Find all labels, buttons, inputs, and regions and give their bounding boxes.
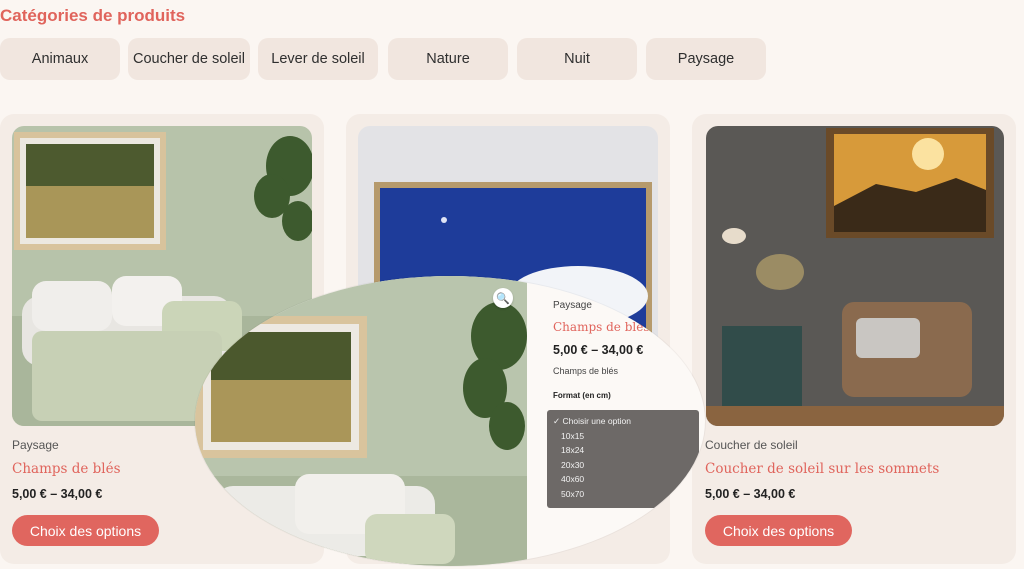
category-coucher-de-soleil[interactable]: Coucher de soleil [128, 38, 250, 80]
product-category-3: Coucher de soleil [705, 438, 798, 452]
format-option-18x24[interactable]: 18x24 [547, 443, 699, 458]
zoom-product-image: 🔍 [195, 276, 527, 566]
choose-options-button-3[interactable]: Choix des options [705, 515, 852, 546]
format-select-dropdown[interactable]: ✓ Choisir une option 10x15 18x24 20x30 4… [547, 410, 699, 508]
magnifier-icon[interactable]: 🔍 [493, 288, 513, 308]
product-image-3[interactable] [706, 126, 1004, 426]
zoom-subtitle: Champs de blés [553, 366, 619, 376]
format-option-10x15[interactable]: 10x15 [547, 429, 699, 444]
zoom-lens-overlay: 🔍 Paysage Champs de blés 5,00 € – 34,00 … [195, 276, 705, 566]
product-category-1: Paysage [12, 438, 59, 452]
category-lever-de-soleil[interactable]: Lever de soleil [258, 38, 378, 80]
format-label: Format (en cm) [553, 391, 611, 400]
product-price-3: 5,00 € – 34,00 € [705, 487, 796, 501]
product-name-1[interactable]: Champs de blés [12, 461, 121, 477]
format-option-50x70[interactable]: 50x70 [547, 487, 699, 502]
format-option-40x60[interactable]: 40x60 [547, 472, 699, 487]
section-title: Catégories de produits [0, 6, 186, 25]
category-animaux[interactable]: Animaux [0, 38, 120, 80]
zoom-product-name: Champs de blés [553, 320, 650, 334]
choose-options-button-1[interactable]: Choix des options [12, 515, 159, 546]
product-card-3: Coucher de soleil Coucher de soleil sur … [692, 114, 1016, 564]
category-nature[interactable]: Nature [388, 38, 508, 80]
category-nuit[interactable]: Nuit [517, 38, 637, 80]
category-paysage[interactable]: Paysage [646, 38, 766, 80]
product-name-3[interactable]: Coucher de soleil sur les sommets [705, 461, 939, 477]
zoom-price: 5,00 € – 34,00 € [553, 343, 644, 357]
format-option-placeholder[interactable]: ✓ Choisir une option [547, 414, 699, 429]
format-option-20x30[interactable]: 20x30 [547, 458, 699, 473]
product-price-1: 5,00 € – 34,00 € [12, 487, 103, 501]
zoom-category: Paysage [553, 300, 592, 311]
